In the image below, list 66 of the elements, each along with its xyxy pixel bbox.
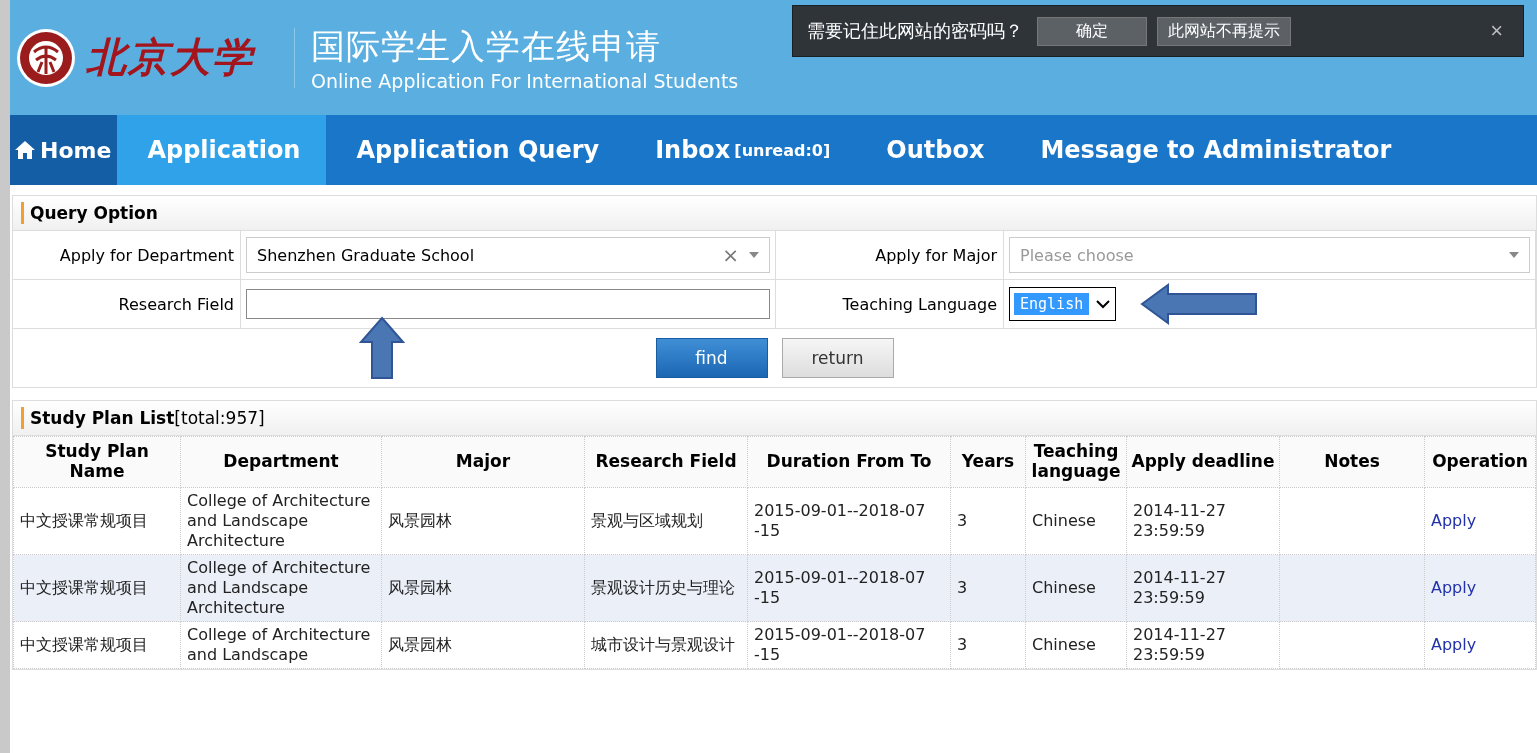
column-header: Notes (1279, 436, 1425, 488)
department-select[interactable]: Shenzhen Graduate School × (246, 237, 770, 273)
nav-tab[interactable]: Home (10, 115, 118, 185)
table-cell: 城市设计与景观设计 (584, 621, 748, 669)
table-cell: 2015-09-01--2018-07 -15 (747, 487, 951, 555)
prompt-message: 需要记住此网站的密码吗？ (807, 19, 1023, 43)
field-label: Apply for Department (59, 245, 234, 265)
query-button[interactable]: find (655, 338, 768, 378)
research-field-input[interactable] (246, 289, 770, 319)
dropdown-caret-icon (749, 252, 759, 258)
panel-title: Study Plan List[total:957] (30, 408, 265, 428)
close-button[interactable]: × (1484, 17, 1509, 45)
table-cell: College of Architecture and Landscape Architecture (180, 554, 382, 622)
left-arrow-icon (1140, 283, 1259, 325)
nav-tab[interactable]: Outbox (856, 115, 1011, 185)
column-header: Study Plan Name (13, 436, 181, 488)
apply-link[interactable]: Apply (1431, 511, 1477, 530)
table-cell: 风景园林 (381, 621, 585, 669)
table-cell: 风景园林 (381, 487, 585, 555)
up-arrow-icon (359, 316, 405, 380)
table-cell: Chinese (1025, 621, 1127, 669)
dropdown-caret-icon (1509, 252, 1519, 258)
column-header: Research Field (584, 436, 748, 488)
column-header: Apply deadline (1126, 436, 1280, 488)
site-subtitle: Online Application For International Students (311, 69, 739, 92)
query-button[interactable]: return (781, 338, 894, 378)
table-cell: 中文授课常规项目 (13, 487, 181, 555)
table-cell: 中文授课常规项目 (13, 554, 181, 622)
university-emblem-icon (16, 27, 76, 88)
column-header: Major (381, 436, 585, 488)
table-cell: 2015-09-01--2018-07 -15 (747, 554, 951, 622)
university-name: 北京大学 (86, 32, 254, 82)
table-cell: 中文授课常规项目 (13, 621, 181, 669)
table-cell: 3 (950, 621, 1026, 669)
table-cell: Chinese (1025, 487, 1127, 555)
column-header: Operation (1424, 436, 1536, 488)
prompt-button[interactable]: 确定 (1037, 16, 1147, 46)
nav-tab[interactable]: Inbox [unread:0] (625, 115, 857, 185)
table-cell: 风景园林 (381, 554, 585, 622)
table-cell: 2014-11-27 23:59:59 (1126, 554, 1280, 622)
table-cell: 2014-11-27 23:59:59 (1126, 621, 1280, 669)
table-cell: 2015-09-01--2018-07 -15 (747, 621, 951, 669)
apply-link[interactable]: Apply (1431, 578, 1477, 597)
apply-link[interactable]: Apply (1431, 635, 1477, 654)
site-title: 国际学生入学在线申请 (311, 24, 662, 68)
column-header: Years (950, 436, 1026, 488)
chevron-down-icon (1095, 298, 1112, 310)
panel-title: Query Option (30, 203, 158, 223)
column-header: Teaching language (1025, 436, 1127, 488)
table-cell: College of Architecture and Landscape (180, 621, 382, 669)
field-label: Teaching Language (842, 294, 997, 314)
column-header: Department (180, 436, 382, 488)
table-cell: 景观设计历史与理论 (584, 554, 748, 622)
table-cell: 3 (950, 554, 1026, 622)
prompt-button[interactable]: 此网站不再提示 (1157, 16, 1291, 46)
field-label: Research Field (118, 294, 234, 314)
table-cell: 3 (950, 487, 1026, 555)
column-header: Duration From To (747, 436, 951, 488)
table-cell: 景观与区域规划 (584, 487, 748, 555)
home-icon (14, 140, 36, 160)
table-cell: 2014-11-27 23:59:59 (1126, 487, 1280, 555)
nav-tab[interactable]: Application Query (326, 115, 626, 185)
field-label: Apply for Major (875, 245, 997, 265)
nav-tab[interactable]: Message to Administrator (1010, 115, 1418, 185)
table-cell: Chinese (1025, 554, 1127, 622)
table-cell: College of Architecture and Landscape Architecture (180, 487, 382, 555)
